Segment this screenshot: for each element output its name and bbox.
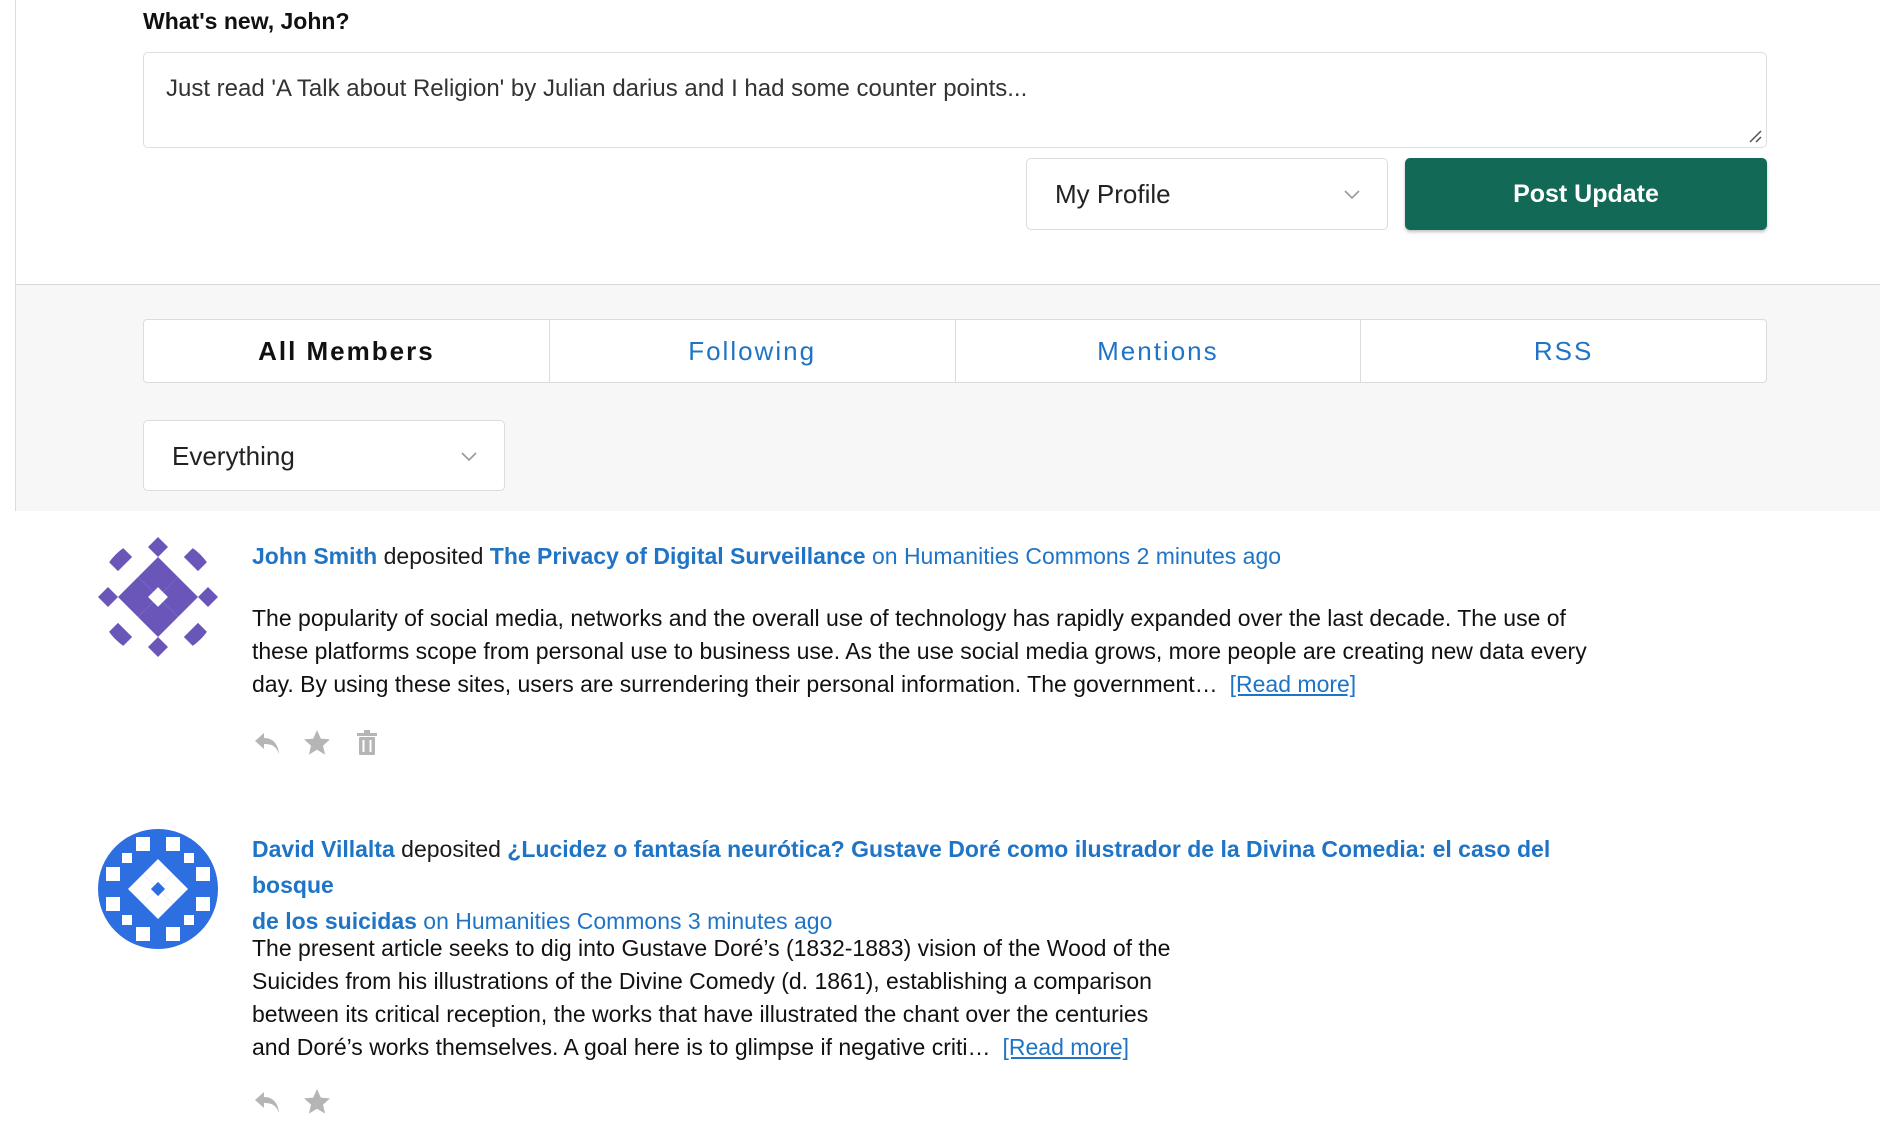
identicon-image bbox=[98, 537, 218, 657]
post-in-value: My Profile bbox=[1055, 179, 1171, 209]
activity-tabs: All Members Following Mentions RSS bbox=[143, 319, 1767, 383]
whats-new-textarea[interactable]: Just read 'A Talk about Religion' by Jul… bbox=[143, 52, 1767, 148]
composer-prompt: What's new, John? bbox=[143, 8, 350, 34]
activity-header: John Smith deposited The Privacy of Digi… bbox=[252, 538, 1632, 574]
activity-context[interactable]: on Humanities Commons bbox=[423, 908, 681, 934]
activity-filter-select[interactable]: Everything bbox=[143, 420, 505, 491]
activity-timestamp[interactable]: 3 minutes ago bbox=[688, 908, 832, 934]
post-in-select[interactable]: My Profile bbox=[1026, 158, 1388, 230]
activity-context[interactable]: on Humanities Commons bbox=[872, 543, 1130, 569]
excerpt-line: The popularity of social media, networks… bbox=[252, 605, 1566, 631]
activity-actions bbox=[252, 728, 382, 758]
activity-action: deposited bbox=[401, 836, 501, 862]
reply-icon[interactable] bbox=[252, 728, 282, 758]
tab-following[interactable]: Following bbox=[550, 320, 956, 382]
activity-filter-value: Everything bbox=[172, 441, 295, 471]
delete-icon[interactable] bbox=[352, 728, 382, 758]
activity-actions bbox=[252, 1087, 332, 1117]
resize-handle-icon[interactable] bbox=[1748, 129, 1762, 143]
favorite-icon[interactable] bbox=[302, 728, 332, 758]
tab-rss[interactable]: RSS bbox=[1361, 320, 1766, 382]
read-more-link[interactable]: [Read more] bbox=[1230, 671, 1357, 697]
reply-icon[interactable] bbox=[252, 1087, 282, 1117]
excerpt-line-last: and Doré’s works themselves. A goal here… bbox=[252, 1034, 1130, 1060]
chevron-down-icon bbox=[461, 452, 477, 462]
user-link[interactable]: David Villalta bbox=[252, 836, 395, 862]
deposit-title-link[interactable]: The Privacy of Digital Surveillance bbox=[490, 543, 866, 569]
excerpt-line: The present article seeks to dig into Gu… bbox=[252, 935, 1171, 961]
excerpt-line: Suicides from his illustrations of the D… bbox=[252, 968, 1152, 994]
excerpt-line: these platforms scope from personal use … bbox=[252, 638, 1587, 664]
identicon-image bbox=[98, 829, 218, 949]
activity-header: David Villalta deposited ¿Lucidez o fant… bbox=[252, 831, 1632, 939]
excerpt-line-last: day. By using these sites, users are sur… bbox=[252, 671, 1357, 697]
chevron-down-icon bbox=[1344, 190, 1360, 200]
tab-all-members[interactable]: All Members bbox=[144, 320, 550, 382]
avatar[interactable] bbox=[98, 829, 218, 949]
user-link[interactable]: John Smith bbox=[252, 543, 377, 569]
activity-action: deposited bbox=[383, 543, 484, 569]
deposit-title-link-cont[interactable]: de los suicidas bbox=[252, 908, 417, 934]
favorite-icon[interactable] bbox=[302, 1087, 332, 1117]
post-update-button[interactable]: Post Update bbox=[1405, 158, 1767, 230]
activity-timestamp[interactable]: 2 minutes ago bbox=[1137, 543, 1281, 569]
activity-excerpt: The popularity of social media, networks… bbox=[252, 602, 1692, 701]
avatar[interactable] bbox=[98, 537, 218, 657]
whats-new-text: Just read 'A Talk about Religion' by Jul… bbox=[166, 75, 1028, 102]
read-more-link[interactable]: [Read more] bbox=[1002, 1034, 1129, 1060]
excerpt-line: between its critical reception, the work… bbox=[252, 1001, 1149, 1027]
activity-excerpt: The present article seeks to dig into Gu… bbox=[252, 932, 1252, 1064]
tab-mentions[interactable]: Mentions bbox=[956, 320, 1362, 382]
